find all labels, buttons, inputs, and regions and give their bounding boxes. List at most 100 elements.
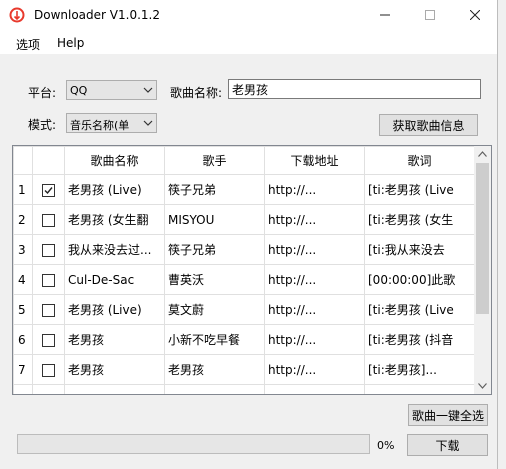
cell-lyric (364, 384, 475, 394)
header-select (32, 146, 65, 175)
song-table: 歌曲名称 歌手 下载地址 歌词 1 老男孩 (Live) 筷子兄弟 http://..… (12, 145, 492, 395)
cell-singer (164, 384, 265, 394)
menu-bar: 选项 Help (0, 30, 497, 54)
cell-lyric: [ti:我从来没去 (364, 234, 475, 265)
row-number: 1 (13, 174, 33, 205)
row-checkbox-cell[interactable] (32, 174, 65, 205)
close-icon (469, 10, 480, 20)
cell-song-name: Cul-De-Sac (64, 264, 165, 295)
close-button[interactable] (452, 0, 497, 30)
platform-value: QQ (70, 84, 88, 97)
title-bar: Downloader V1.0.1.2 (0, 0, 497, 30)
row-checkbox-cell[interactable] (32, 294, 65, 325)
cell-song-name: 我从来没去过... (64, 234, 165, 265)
cell-song-name: 老男孩 (64, 324, 165, 355)
cell-lyric: [ti:老男孩 (女生 (364, 204, 475, 235)
header-rownum (13, 146, 33, 175)
table-header-row: 歌曲名称 歌手 下载地址 歌词 (13, 146, 475, 175)
cell-song-name: 老男孩 (Live) (64, 294, 165, 325)
row-number: 6 (13, 324, 33, 355)
cell-download-url: http://... (264, 264, 365, 295)
row-number: 4 (13, 264, 33, 295)
cell-lyric: [00:00:00]此歌 (364, 264, 475, 295)
song-name-input[interactable] (229, 80, 475, 98)
download-button[interactable]: 下载 (407, 434, 488, 456)
row-checkbox[interactable] (42, 273, 55, 287)
table-row[interactable]: 4 Cul-De-Sac 曹英沃 http://... [00:00:00]此歌 (13, 264, 475, 295)
cell-download-url: http://... (264, 234, 365, 265)
cell-singer: 老男孩 (164, 354, 265, 385)
cell-singer: 曹英沃 (164, 264, 265, 295)
row-checkbox-cell[interactable] (32, 204, 65, 235)
maximize-icon (424, 10, 435, 20)
cell-lyric: [ti:老男孩 (抖音 (364, 324, 475, 355)
fetch-song-info-button[interactable]: 获取歌曲信息 (379, 114, 478, 136)
menu-options[interactable]: 选项 (16, 36, 40, 53)
scroll-down-icon[interactable] (478, 383, 487, 389)
row-checkbox-cell[interactable] (32, 234, 65, 265)
cell-singer: 筷子兄弟 (164, 234, 265, 265)
row-checkbox-cell[interactable] (32, 354, 65, 385)
mode-value: 音乐名称(单 (70, 119, 130, 132)
header-song-name[interactable]: 歌曲名称 (64, 146, 165, 175)
chevron-down-icon (143, 120, 153, 126)
cell-song-name (64, 384, 165, 394)
cell-singer: 筷子兄弟 (164, 174, 265, 205)
platform-label: 平台: (28, 86, 57, 100)
row-number: 2 (13, 204, 33, 235)
cell-song-name: 老男孩 (Live) (64, 174, 165, 205)
cell-lyric: [ti:老男孩 (Live (364, 294, 475, 325)
download-progress-bar (17, 434, 370, 454)
row-number: 5 (13, 294, 33, 325)
mode-label: 模式: (28, 118, 57, 132)
cell-song-name: 老男孩 (64, 354, 165, 385)
row-checkbox[interactable] (42, 213, 55, 227)
platform-select[interactable]: QQ (66, 80, 157, 100)
table-row[interactable]: 1 老男孩 (Live) 筷子兄弟 http://... [ti:老男孩 (Live (13, 174, 475, 205)
row-checkbox[interactable] (42, 363, 55, 377)
scroll-up-icon[interactable] (478, 151, 487, 157)
row-number: 3 (13, 234, 33, 265)
table-row[interactable]: 7 老男孩 老男孩 http://... [ti:老男孩]... (13, 354, 475, 385)
select-all-songs-button[interactable]: 歌曲一键全选 (408, 404, 488, 426)
row-checkbox-cell[interactable] (32, 384, 65, 394)
minimize-button[interactable] (362, 0, 407, 30)
song-name-label: 歌曲名称: (170, 86, 223, 100)
scrollbar-thumb[interactable] (476, 163, 489, 314)
table-row[interactable]: 8 (13, 384, 475, 394)
cell-lyric: [ti:老男孩]... (364, 354, 475, 385)
table-row[interactable]: 3 我从来没去过... 筷子兄弟 http://... [ti:我从来没去 (13, 234, 475, 265)
row-checkbox[interactable] (42, 303, 55, 317)
mode-select[interactable]: 音乐名称(单 (66, 113, 157, 133)
progress-percent: 0% (377, 439, 395, 452)
song-name-field[interactable] (228, 79, 481, 99)
table-row[interactable]: 5 老男孩 (Live) 莫文蔚 http://... [ti:老男孩 (Live (13, 294, 475, 325)
maximize-button[interactable] (407, 0, 452, 30)
cell-download-url: http://... (264, 294, 365, 325)
row-checkbox[interactable] (42, 183, 55, 197)
header-download-url[interactable]: 下载地址 (264, 146, 365, 175)
chevron-down-icon (143, 87, 153, 93)
cell-download-url (264, 384, 365, 394)
row-checkbox-cell[interactable] (32, 264, 65, 295)
vertical-scrollbar[interactable] (474, 146, 491, 394)
header-lyric[interactable]: 歌词 (364, 146, 475, 175)
header-singer[interactable]: 歌手 (164, 146, 265, 175)
downloader-window: Downloader V1.0.1.2 选项 Help 平台: QQ 歌曲名称:… (0, 0, 498, 469)
checkmark-icon (44, 186, 53, 194)
row-checkbox[interactable] (42, 243, 55, 257)
cell-download-url: http://... (264, 204, 365, 235)
cell-download-url: http://... (264, 354, 365, 385)
menu-help[interactable]: Help (57, 36, 84, 50)
cell-song-name: 老男孩 (女生翻 (64, 204, 165, 235)
app-icon (9, 7, 25, 23)
cell-singer: 莫文蔚 (164, 294, 265, 325)
row-number: 8 (13, 384, 33, 394)
song-grid: 歌曲名称 歌手 下载地址 歌词 1 老男孩 (Live) 筷子兄弟 http://..… (13, 146, 475, 394)
row-checkbox-cell[interactable] (32, 324, 65, 355)
table-row[interactable]: 2 老男孩 (女生翻 MISYOU http://... [ti:老男孩 (女生 (13, 204, 475, 235)
cell-download-url: http://... (264, 174, 365, 205)
cell-singer: 小新不吃早餐 (164, 324, 265, 355)
row-checkbox[interactable] (42, 333, 55, 347)
table-row[interactable]: 6 老男孩 小新不吃早餐 http://... [ti:老男孩 (抖音 (13, 324, 475, 355)
